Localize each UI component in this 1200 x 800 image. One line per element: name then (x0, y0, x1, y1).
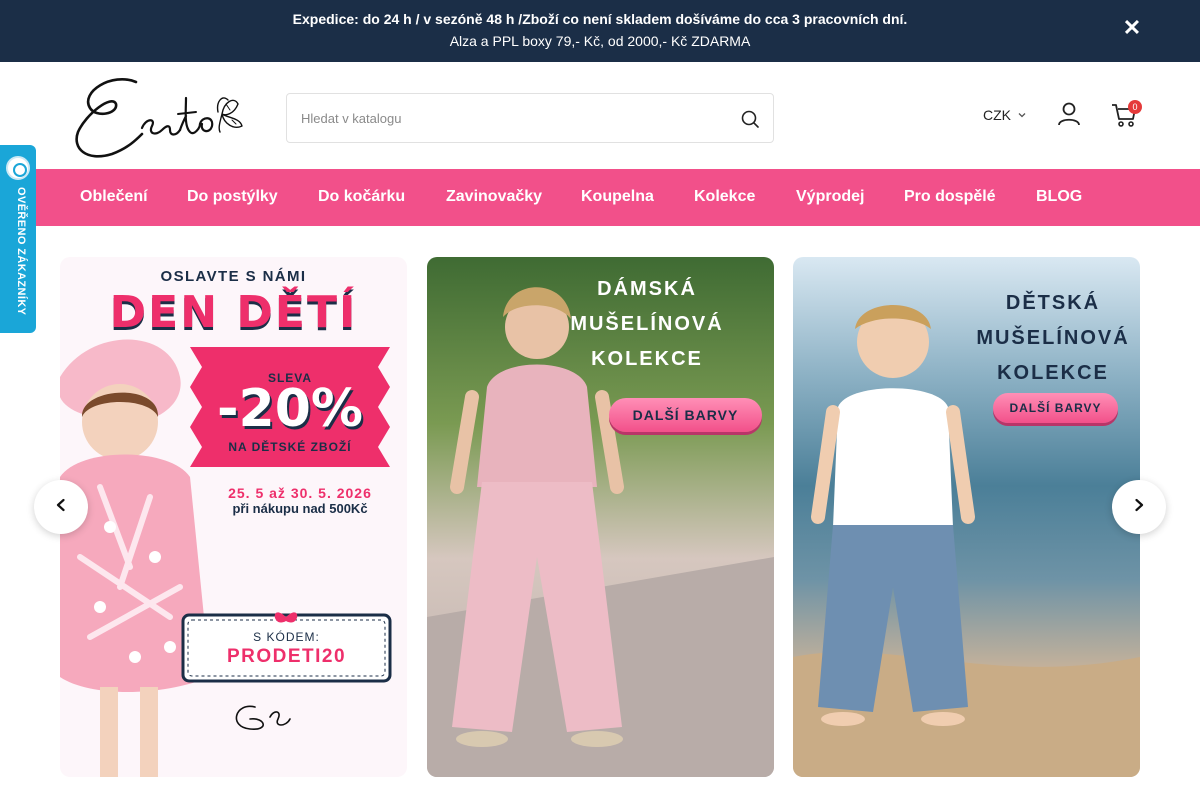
banner-den-deti[interactable]: OSLAVTE S NÁMI DEN DĚTÍ SLEVA -20% NA DĚ… (60, 257, 407, 777)
announcement-bar: Expedice: do 24 h / v sezóně 48 h /Zboží… (0, 0, 1200, 62)
close-icon[interactable]: ✕ (1121, 17, 1143, 39)
chevron-left-icon (54, 498, 68, 517)
cart-count-badge: 0 (1128, 100, 1142, 114)
banner1-code-label: S KÓDEM: (253, 630, 320, 644)
banner2-line3: KOLEKCE (591, 348, 703, 370)
announcement-boxes: Alza a PPL boxy 79,- Kč, od 2000,- Kč ZD… (449, 33, 751, 49)
carousel-prev-button[interactable] (34, 480, 88, 534)
search-box[interactable] (286, 93, 774, 143)
nav-item-zavinovacky[interactable]: Zavinovačky (446, 188, 542, 206)
nav-item-blog[interactable]: BLOG (1036, 188, 1082, 206)
currency-selector[interactable]: CZK (983, 105, 1027, 125)
verified-badge-text: OVĚŘENO ZÁKAZNÍKY (15, 187, 27, 316)
banner1-condition: při nákupu nad 500Kč (232, 501, 368, 516)
search-input[interactable] (301, 94, 721, 142)
logo[interactable] (72, 74, 248, 160)
banner3-line3: KOLEKCE (997, 362, 1109, 384)
chevron-right-icon (1132, 498, 1146, 517)
banner1-title: DEN DĚTÍ (109, 287, 358, 338)
nav-item-obleceni[interactable]: Oblečení (80, 188, 148, 206)
search-icon[interactable] (739, 108, 761, 130)
banner1-logo: Esito (238, 699, 358, 700)
carousel-next-button[interactable] (1112, 480, 1166, 534)
currency-label: CZK (983, 107, 1011, 123)
nav-item-do-postylky[interactable]: Do postýlky (187, 188, 278, 206)
banner2-line2: MUŠELÍNOVÁ (570, 313, 724, 335)
banner1-discount-note: NA DĚTSKÉ ZBOŽÍ (228, 440, 352, 454)
girl-illustration (60, 339, 210, 777)
main-nav: Oblečení Do postýlky Do kočárku Zavinova… (0, 169, 1200, 226)
chevron-down-icon (1017, 107, 1027, 123)
banner3-line2: MUŠELÍNOVÁ (976, 327, 1130, 349)
user-icon[interactable] (1056, 101, 1082, 127)
nav-item-kolekce[interactable]: Kolekce (694, 188, 755, 206)
nav-item-vyprodej[interactable]: Výprodej (796, 188, 864, 206)
banner-damska-kolekce[interactable]: DÁMSKÁ MUŠELÍNOVÁ KOLEKCE DALŠÍ BARVY (427, 257, 774, 777)
banner2-line1: DÁMSKÁ (597, 278, 697, 300)
nav-item-pro-dospele[interactable]: Pro dospělé (904, 188, 996, 206)
banner2-heading: DÁMSKÁ MUŠELÍNOVÁ KOLEKCE (567, 272, 727, 377)
site-header: CZK (0, 62, 1200, 169)
banner2-more-colors-button[interactable]: DALŠÍ BARVY (609, 398, 762, 432)
banner3-line1: DĚTSKÁ (1005, 292, 1101, 314)
banner1-kicker: OSLAVTE S NÁMI (160, 268, 307, 285)
nav-item-koupelna[interactable]: Koupelna (581, 188, 654, 206)
banner1-discount: -20% (216, 379, 364, 439)
banner3-more-colors-button[interactable]: DALŠÍ BARVY (993, 393, 1118, 423)
banner3-heading: DĚTSKÁ MUŠELÍNOVÁ KOLEKCE (968, 286, 1138, 391)
banner1-dates: 25. 5 až 30. 5. 2026 (228, 485, 372, 501)
banner-detska-kolekce[interactable]: DĚTSKÁ MUŠELÍNOVÁ KOLEKCE DALŠÍ BARVY (793, 257, 1140, 777)
nav-item-do-kocarku[interactable]: Do kočárku (318, 188, 405, 206)
banner1-code: PRODETI20 (226, 646, 347, 667)
announcement-shipping: Expedice: do 24 h / v sezóně 48 h /Zboží… (292, 11, 908, 27)
verified-seal-icon (6, 156, 30, 180)
verified-customers-badge[interactable]: OVĚŘENO ZÁKAZNÍKY (0, 145, 36, 333)
